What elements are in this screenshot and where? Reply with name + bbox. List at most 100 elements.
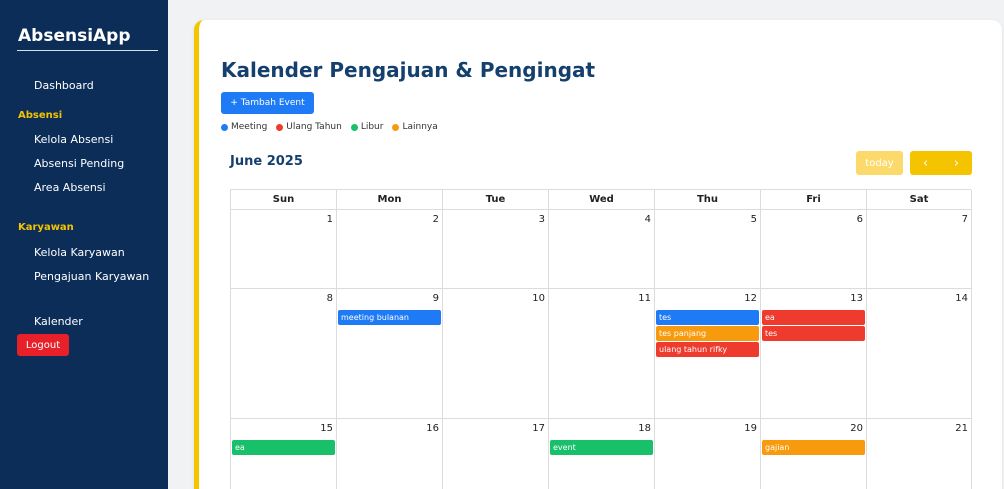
weekday-header: Sun bbox=[231, 190, 337, 210]
day-number[interactable]: 6 bbox=[857, 214, 863, 225]
legend-item-ulang-tahun: Ulang Tahun bbox=[276, 122, 342, 132]
calendar-event[interactable]: ulang tahun rifky bbox=[656, 342, 759, 357]
month-title: June 2025 bbox=[230, 154, 303, 169]
legend-label: Ulang Tahun bbox=[286, 122, 342, 132]
day-number[interactable]: 8 bbox=[327, 293, 333, 304]
day-number[interactable]: 19 bbox=[744, 423, 757, 434]
day-cell[interactable]: 20 gajian bbox=[761, 419, 867, 489]
calendar-event[interactable]: tes panjang bbox=[656, 326, 759, 341]
day-cell[interactable]: 4 bbox=[549, 210, 655, 289]
next-month-button[interactable]: › bbox=[941, 151, 972, 175]
sidebar: AbsensiApp Dashboard Absensi Kelola Abse… bbox=[0, 0, 168, 489]
sidebar-item-absensi-pending[interactable]: Absensi Pending bbox=[34, 157, 124, 170]
page-title: Kalender Pengajuan & Pengingat bbox=[221, 58, 596, 82]
sidebar-item-area-absensi[interactable]: Area Absensi bbox=[34, 181, 106, 194]
day-events: event bbox=[550, 440, 653, 456]
calendar-event[interactable]: tes bbox=[762, 326, 865, 341]
calendar-event[interactable]: gajian bbox=[762, 440, 865, 455]
weekday-header: Sat bbox=[867, 190, 972, 210]
day-events: gajian bbox=[762, 440, 865, 456]
day-number[interactable]: 16 bbox=[426, 423, 439, 434]
day-number[interactable]: 3 bbox=[539, 214, 545, 225]
day-number[interactable]: 17 bbox=[532, 423, 545, 434]
day-number[interactable]: 15 bbox=[320, 423, 333, 434]
week-row: 8 9 meeting bulanan 10 11 12 tes tes panjang ula… bbox=[231, 289, 972, 419]
legend-dot-icon bbox=[392, 123, 400, 131]
day-number[interactable]: 20 bbox=[850, 423, 863, 434]
legend-label: Meeting bbox=[231, 122, 268, 132]
day-cell[interactable]: 7 bbox=[867, 210, 972, 289]
day-number[interactable]: 4 bbox=[645, 214, 651, 225]
day-events: ea bbox=[232, 440, 335, 456]
event-legend: Meeting Ulang Tahun Libur Lainnya bbox=[221, 122, 438, 132]
day-number[interactable]: 21 bbox=[955, 423, 968, 434]
calendar-grid: Sun Mon Tue Wed Thu Fri Sat 1234567 8 9 me… bbox=[230, 189, 972, 489]
day-number[interactable]: 7 bbox=[962, 214, 968, 225]
day-number[interactable]: 18 bbox=[638, 423, 651, 434]
day-cell[interactable]: 15 ea bbox=[231, 419, 337, 489]
day-cell[interactable]: 16 bbox=[337, 419, 443, 489]
weekday-header: Tue bbox=[443, 190, 549, 210]
sidebar-section-karyawan: Karyawan bbox=[18, 222, 74, 233]
day-events: meeting bulanan bbox=[338, 310, 441, 326]
calendar-event[interactable]: ea bbox=[762, 310, 865, 325]
sidebar-item-kelola-absensi[interactable]: Kelola Absensi bbox=[34, 133, 113, 146]
day-number[interactable]: 14 bbox=[955, 293, 968, 304]
day-cell[interactable]: 3 bbox=[443, 210, 549, 289]
day-cell[interactable]: 14 bbox=[867, 289, 972, 419]
calendar-event[interactable]: ea bbox=[232, 440, 335, 455]
legend-item-meeting: Meeting bbox=[221, 122, 267, 132]
sidebar-item-kalender[interactable]: Kalender bbox=[34, 315, 83, 328]
sidebar-item-kelola-karyawan[interactable]: Kelola Karyawan bbox=[34, 246, 125, 259]
legend-dot-icon bbox=[276, 123, 284, 131]
weekday-header: Mon bbox=[337, 190, 443, 210]
top-strip bbox=[176, 0, 1004, 10]
day-cell[interactable]: 17 bbox=[443, 419, 549, 489]
day-cell[interactable]: 18 event bbox=[549, 419, 655, 489]
week-row: 15 ea 16 17 18 event 19 20 gajian 21 bbox=[231, 419, 972, 489]
day-number[interactable]: 12 bbox=[744, 293, 757, 304]
today-button[interactable]: today bbox=[856, 151, 903, 175]
day-cell[interactable]: 1 bbox=[231, 210, 337, 289]
prev-month-button[interactable]: ‹ bbox=[910, 151, 941, 175]
sidebar-item-dashboard[interactable]: Dashboard bbox=[34, 79, 94, 92]
day-number[interactable]: 1 bbox=[327, 214, 333, 225]
weekday-header-row: Sun Mon Tue Wed Thu Fri Sat bbox=[231, 190, 972, 210]
day-cell[interactable]: 10 bbox=[443, 289, 549, 419]
weekday-header: Fri bbox=[761, 190, 867, 210]
day-number[interactable]: 13 bbox=[850, 293, 863, 304]
legend-item-lainnya: Lainnya bbox=[392, 122, 438, 132]
legend-dot-icon bbox=[221, 123, 228, 131]
day-cell[interactable]: 8 bbox=[231, 289, 337, 419]
day-events: tes tes panjang ulang tahun rifky bbox=[656, 310, 759, 358]
day-number[interactable]: 11 bbox=[638, 293, 651, 304]
day-number[interactable]: 5 bbox=[751, 214, 757, 225]
legend-label: Lainnya bbox=[402, 122, 438, 132]
legend-dot-icon bbox=[350, 123, 358, 131]
day-number[interactable]: 9 bbox=[433, 293, 439, 304]
day-number[interactable]: 2 bbox=[433, 214, 439, 225]
chevron-left-icon: ‹ bbox=[922, 155, 929, 171]
chevron-right-icon: › bbox=[953, 155, 960, 171]
day-cell[interactable]: 13 ea tes bbox=[761, 289, 867, 419]
day-cell[interactable]: 9 meeting bulanan bbox=[337, 289, 443, 419]
calendar-event[interactable]: event bbox=[550, 440, 653, 455]
calendar-event[interactable]: meeting bulanan bbox=[338, 310, 441, 325]
app-brand[interactable]: AbsensiApp bbox=[18, 26, 131, 46]
day-cell[interactable]: 6 bbox=[761, 210, 867, 289]
day-cell[interactable]: 21 bbox=[867, 419, 972, 489]
day-cell[interactable]: 2 bbox=[337, 210, 443, 289]
day-cell[interactable]: 11 bbox=[549, 289, 655, 419]
day-number[interactable]: 10 bbox=[532, 293, 545, 304]
logout-button[interactable]: Logout bbox=[17, 334, 69, 356]
day-events: ea tes bbox=[762, 310, 865, 342]
week-row: 1 2 3 4 5 6 7 bbox=[231, 210, 972, 289]
add-event-button[interactable]: + Tambah Event bbox=[221, 92, 314, 114]
sidebar-item-pengajuan-karyawan[interactable]: Pengajuan Karyawan bbox=[34, 270, 149, 283]
day-cell[interactable]: 19 bbox=[655, 419, 761, 489]
sidebar-section-absensi: Absensi bbox=[18, 110, 63, 121]
day-cell[interactable]: 12 tes tes panjang ulang tahun rifky bbox=[655, 289, 761, 419]
brand-divider bbox=[17, 50, 158, 51]
day-cell[interactable]: 5 bbox=[655, 210, 761, 289]
calendar-event[interactable]: tes bbox=[656, 310, 759, 325]
